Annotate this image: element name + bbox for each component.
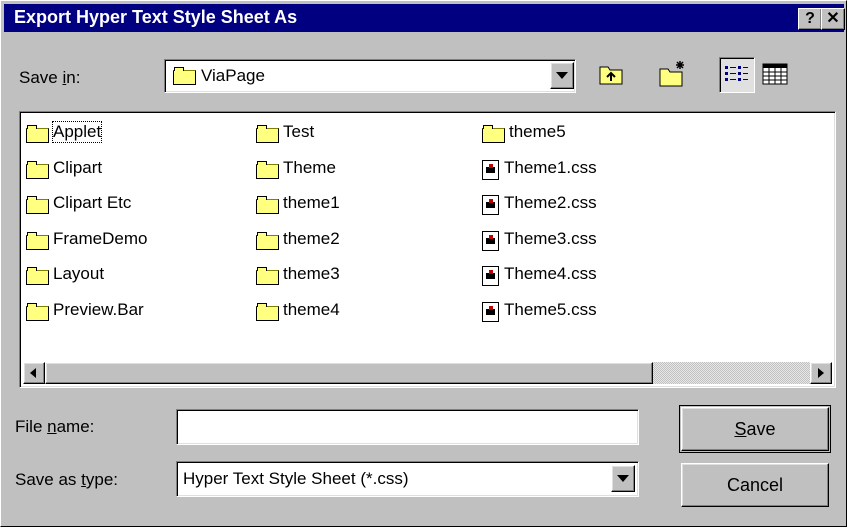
scroll-left-button[interactable] — [23, 362, 45, 384]
folder-item-theme2[interactable]: theme2 — [256, 229, 340, 265]
save-as-type-dropdown[interactable]: Hyper Text Style Sheet (*.css) — [176, 461, 639, 497]
folder-icon — [256, 302, 279, 321]
folder-item-applet[interactable]: Applet — [26, 121, 147, 158]
details-view-icon — [762, 63, 788, 85]
title-bar[interactable]: Export Hyper Text Style Sheet As ? ✕ — [4, 4, 845, 32]
up-one-level-button[interactable] — [594, 57, 628, 91]
folder-icon — [256, 266, 279, 285]
new-folder-icon — [659, 61, 684, 87]
export-dialog: Export Hyper Text Style Sheet As ? ✕ Sav… — [0, 0, 847, 527]
folder-icon — [26, 231, 49, 250]
folder-icon — [26, 124, 49, 143]
file-column-1: Applet Clipart Clipart Etc FrameDemo Lay… — [26, 121, 147, 336]
folder-icon — [482, 124, 505, 143]
help-button[interactable]: ? — [798, 8, 822, 30]
folder-item-theme4[interactable]: theme4 — [256, 300, 340, 336]
css-file-icon — [482, 301, 499, 322]
folder-item-theme3[interactable]: theme3 — [256, 264, 340, 300]
folder-item-clipart[interactable]: Clipart — [26, 158, 147, 194]
arrow-right-icon — [818, 368, 824, 378]
close-button[interactable]: ✕ — [821, 8, 845, 30]
cancel-button[interactable]: Cancel — [681, 463, 829, 507]
css-file-icon — [482, 266, 499, 286]
folder-icon — [256, 124, 279, 143]
list-view-icon — [725, 66, 748, 81]
file-item-theme1-css[interactable]: Theme1.css — [482, 158, 597, 194]
new-folder-button[interactable] — [656, 57, 690, 91]
up-one-level-icon — [599, 66, 623, 85]
details-view-button[interactable] — [758, 57, 792, 91]
folder-item-theme5[interactable]: theme5 — [482, 122, 597, 158]
save-in-label: Save in: — [19, 68, 81, 87]
folder-icon — [256, 231, 279, 250]
folder-item-preview-bar[interactable]: Preview.Bar — [26, 300, 147, 336]
file-item-theme5-css[interactable]: Theme5.css — [482, 300, 597, 336]
save-in-dropdown[interactable]: ViaPage — [164, 59, 576, 93]
folder-icon — [26, 302, 49, 321]
arrow-left-icon — [30, 368, 36, 378]
scrollbar-thumb[interactable] — [45, 362, 653, 384]
horizontal-scrollbar[interactable] — [23, 362, 832, 384]
css-file-icon — [482, 159, 499, 180]
folder-item-framedemo[interactable]: FrameDemo — [26, 229, 147, 265]
folder-icon — [26, 195, 49, 214]
file-item-theme4-css[interactable]: Theme4.css — [482, 264, 597, 300]
file-name-label: File name: — [15, 417, 95, 436]
save-in-value: ViaPage — [201, 66, 265, 85]
file-item-theme2-css[interactable]: Theme2.css — [482, 193, 597, 229]
file-item-theme3-css[interactable]: Theme3.css — [482, 229, 597, 265]
file-column-2: Test Theme theme1 theme2 theme3 theme4 — [256, 122, 340, 335]
save-as-type-dropdown-arrow[interactable] — [611, 465, 635, 492]
file-column-3: theme5 Theme1.css Theme2.css Theme3.css … — [482, 122, 597, 335]
css-file-icon — [482, 195, 499, 215]
folder-icon — [256, 160, 279, 179]
folder-item-test[interactable]: Test — [256, 122, 340, 158]
file-list[interactable]: Applet Clipart Clipart Etc FrameDemo Lay… — [19, 111, 836, 388]
save-as-type-label: Save as type: — [15, 470, 119, 489]
folder-item-clipart-etc[interactable]: Clipart Etc — [26, 193, 147, 229]
folder-item-layout[interactable]: Layout — [26, 264, 147, 300]
folder-icon — [26, 160, 49, 179]
scroll-right-button[interactable] — [810, 362, 832, 384]
save-button[interactable]: Save — [681, 407, 829, 451]
file-name-input[interactable] — [176, 409, 639, 445]
folder-icon — [26, 266, 49, 285]
folder-item-theme1[interactable]: theme1 — [256, 193, 340, 229]
save-as-type-value: Hyper Text Style Sheet (*.css) — [183, 469, 409, 488]
dialog-title: Export Hyper Text Style Sheet As — [14, 7, 298, 27]
open-folder-icon — [173, 66, 196, 85]
css-file-icon — [482, 230, 499, 251]
save-in-dropdown-arrow[interactable] — [550, 62, 574, 89]
folder-icon — [256, 195, 279, 214]
folder-item-theme[interactable]: Theme — [256, 158, 340, 194]
list-view-button[interactable] — [719, 57, 755, 93]
